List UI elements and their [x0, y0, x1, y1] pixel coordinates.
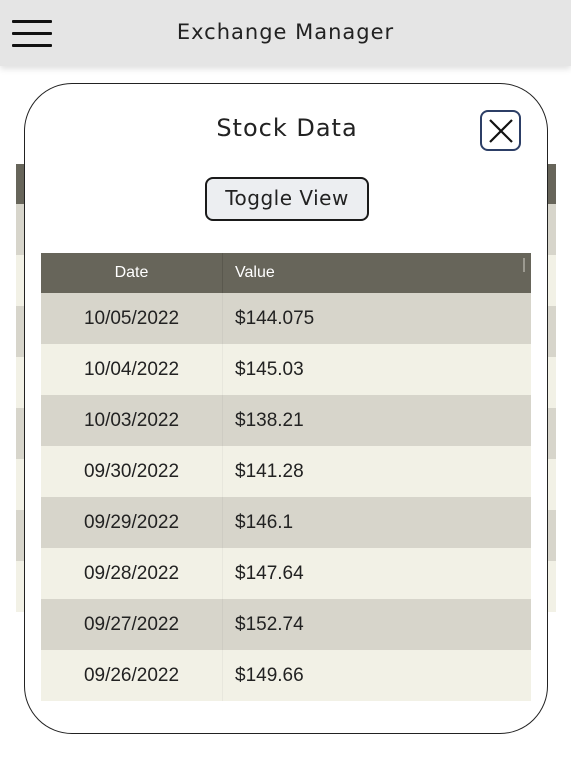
cell-value: $141.28 — [235, 461, 304, 482]
table-row[interactable]: 09/27/2022 $152.74 — [41, 599, 531, 650]
column-header-value[interactable]: Value — [223, 253, 531, 293]
cell-date: 10/04/2022 — [41, 344, 223, 395]
toggle-view-button[interactable]: Toggle View — [205, 177, 369, 221]
column-resize-handle[interactable] — [523, 258, 525, 272]
app-bar: Exchange Manager — [0, 0, 571, 66]
cell-value: $149.66 — [235, 665, 304, 686]
cell-value: $145.03 — [235, 359, 304, 380]
table-row[interactable]: 10/05/2022 $144.075 — [41, 293, 531, 344]
table-row[interactable]: 10/03/2022 $138.21 — [41, 395, 531, 446]
cell-date: 09/29/2022 — [41, 497, 223, 548]
cell-date: 10/05/2022 — [41, 293, 223, 344]
close-x-icon — [489, 119, 513, 143]
modal-title: Stock Data — [216, 114, 358, 142]
cell-date: 09/28/2022 — [41, 548, 223, 599]
cell-value: $152.74 — [235, 614, 304, 635]
table-row[interactable]: 09/30/2022 $141.28 — [41, 446, 531, 497]
cell-value: $144.075 — [235, 308, 315, 329]
stock-data-table: Date Value 10/05/2022 $144.075 10/04/2022 $… — [41, 253, 531, 701]
cell-date: 09/30/2022 — [41, 446, 223, 497]
table-row[interactable]: 09/29/2022 $146.1 — [41, 497, 531, 548]
table-row[interactable]: 09/28/2022 $147.64 — [41, 548, 531, 599]
cell-date: 10/03/2022 — [41, 395, 223, 446]
cell-value: $138.21 — [235, 410, 304, 431]
cell-value: $146.1 — [235, 512, 294, 533]
cell-value: $147.64 — [235, 563, 304, 584]
table-body: 10/05/2022 $144.075 10/04/2022 $145.03 10/03… — [41, 293, 531, 701]
cell-date: 09/27/2022 — [41, 599, 223, 650]
table-row[interactable]: 09/26/2022 $149.66 — [41, 650, 531, 701]
column-header-date[interactable]: Date — [41, 253, 223, 293]
app-title: Exchange Manager — [176, 20, 395, 44]
close-button[interactable] — [480, 110, 521, 151]
stock-data-modal: Stock Data Toggle View Date Value 10/05/… — [24, 83, 548, 734]
cell-date: 09/26/2022 — [41, 650, 223, 701]
table-header: Date Value — [41, 253, 531, 293]
table-row[interactable]: 10/04/2022 $145.03 — [41, 344, 531, 395]
